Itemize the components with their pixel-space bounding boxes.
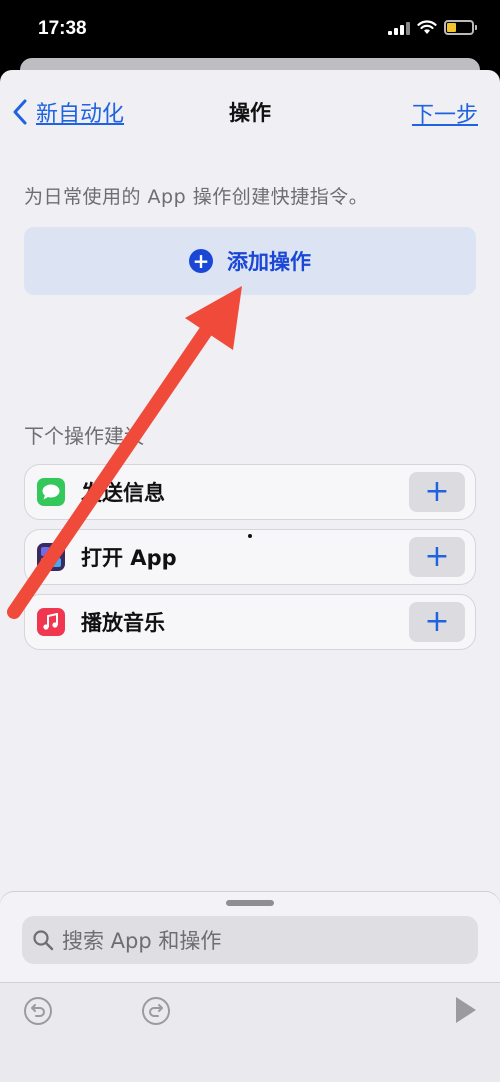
add-action-label: 添加操作 xyxy=(227,250,311,274)
search-icon xyxy=(33,930,54,951)
search-placeholder: 搜索 App 和操作 xyxy=(62,929,222,953)
cellular-signal-icon xyxy=(388,21,410,35)
bottom-sheet: 搜索 App 和操作 xyxy=(0,892,500,1082)
status-time: 17:38 xyxy=(38,18,87,39)
suggestion-play-music[interactable]: 播放音乐 + xyxy=(24,594,476,650)
status-bar: 17:38 xyxy=(0,0,500,62)
wifi-icon xyxy=(417,20,437,34)
editor-toolbar xyxy=(0,982,500,1082)
play-icon[interactable] xyxy=(452,993,480,1027)
suggestion-send-message[interactable]: 发送信息 + xyxy=(24,464,476,520)
redo-icon[interactable] xyxy=(140,995,172,1027)
suggestions-title: 下个操作建议 xyxy=(24,424,144,448)
suggestion-label: 发送信息 xyxy=(81,481,165,505)
undo-icon[interactable] xyxy=(22,995,54,1027)
add-suggestion-button[interactable]: + xyxy=(409,472,465,512)
plus-circle-icon: + xyxy=(189,249,213,273)
music-icon xyxy=(37,608,65,636)
sheet-grabber[interactable] xyxy=(226,900,274,906)
add-action-button[interactable]: + 添加操作 xyxy=(24,227,476,295)
suggestion-label: 打开 App xyxy=(81,546,177,570)
search-field[interactable]: 搜索 App 和操作 xyxy=(22,916,478,964)
battery-icon xyxy=(444,20,477,35)
description-text: 为日常使用的 App 操作创建快捷指令。 xyxy=(24,186,369,208)
app-grid-icon xyxy=(37,543,65,571)
add-suggestion-button[interactable]: + xyxy=(409,537,465,577)
add-suggestion-button[interactable]: + xyxy=(409,602,465,642)
stray-dot xyxy=(248,534,252,538)
navigation-bar: 新自动化 操作 下一步 xyxy=(0,70,500,150)
status-icons xyxy=(388,20,477,35)
suggestions-list: 发送信息 + 打开 App + 播放音乐 + xyxy=(24,464,476,659)
next-button[interactable]: 下一步 xyxy=(412,97,478,129)
suggestion-label: 播放音乐 xyxy=(81,611,165,635)
messages-icon xyxy=(37,478,65,506)
